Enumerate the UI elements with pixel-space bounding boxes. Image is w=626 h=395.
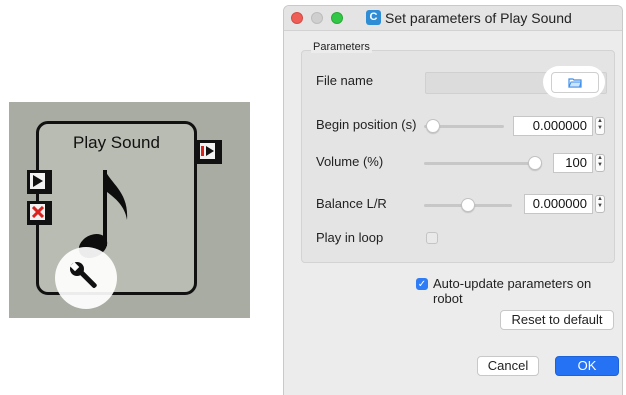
auto-update-label: Auto-update parameters on robot xyxy=(433,276,592,306)
stop-input-port-icon[interactable] xyxy=(27,201,52,225)
begin-position-label: Begin position (s) xyxy=(316,117,417,132)
balance-slider[interactable] xyxy=(424,198,512,212)
choregraphe-app-icon: C xyxy=(366,10,381,25)
begin-position-slider[interactable] xyxy=(424,119,504,133)
title-bar: C Set parameters of Play Sound xyxy=(284,6,622,31)
maximize-window-button[interactable] xyxy=(331,12,343,24)
balance-stepper[interactable]: ▲ ▼ xyxy=(595,195,605,213)
volume-spinbox[interactable]: 100 xyxy=(553,153,593,173)
balance-label: Balance L/R xyxy=(316,196,387,211)
play-sound-box-panel: Play Sound xyxy=(9,102,250,318)
begin-position-slider-thumb[interactable] xyxy=(426,119,440,133)
volume-stepper[interactable]: ▲ ▼ xyxy=(595,154,605,172)
close-window-button[interactable] xyxy=(291,12,303,24)
window-title: Set parameters of Play Sound xyxy=(385,10,572,26)
set-parameters-dialog: C Set parameters of Play Sound Parameter… xyxy=(283,5,623,395)
begin-position-stepper[interactable]: ▲ ▼ xyxy=(595,117,605,135)
parameters-group-label: Parameters xyxy=(311,41,372,53)
done-output-port-icon[interactable] xyxy=(197,140,222,164)
ok-button[interactable]: OK xyxy=(555,356,619,376)
box-title: Play Sound xyxy=(73,133,160,152)
play-in-loop-label: Play in loop xyxy=(316,230,384,245)
volume-slider-thumb[interactable] xyxy=(528,156,542,170)
browse-file-button[interactable] xyxy=(551,72,599,93)
folder-icon xyxy=(568,78,582,88)
balance-slider-thumb[interactable] xyxy=(461,198,475,212)
reset-to-default-button[interactable]: Reset to default xyxy=(500,310,614,330)
cancel-button[interactable]: Cancel xyxy=(477,356,539,376)
balance-spinbox[interactable]: 0.000000 xyxy=(524,194,593,214)
file-name-label: File name xyxy=(316,73,374,88)
play-in-loop-checkbox[interactable] xyxy=(426,232,438,244)
begin-position-spinbox[interactable]: 0.000000 xyxy=(513,116,593,136)
minimize-window-button[interactable] xyxy=(311,12,323,24)
auto-update-checkbox[interactable]: ✓ xyxy=(416,278,428,290)
wrench-icon[interactable] xyxy=(67,259,105,297)
start-input-port-icon[interactable] xyxy=(27,170,52,194)
volume-slider[interactable] xyxy=(424,156,542,170)
volume-label: Volume (%) xyxy=(316,154,384,169)
